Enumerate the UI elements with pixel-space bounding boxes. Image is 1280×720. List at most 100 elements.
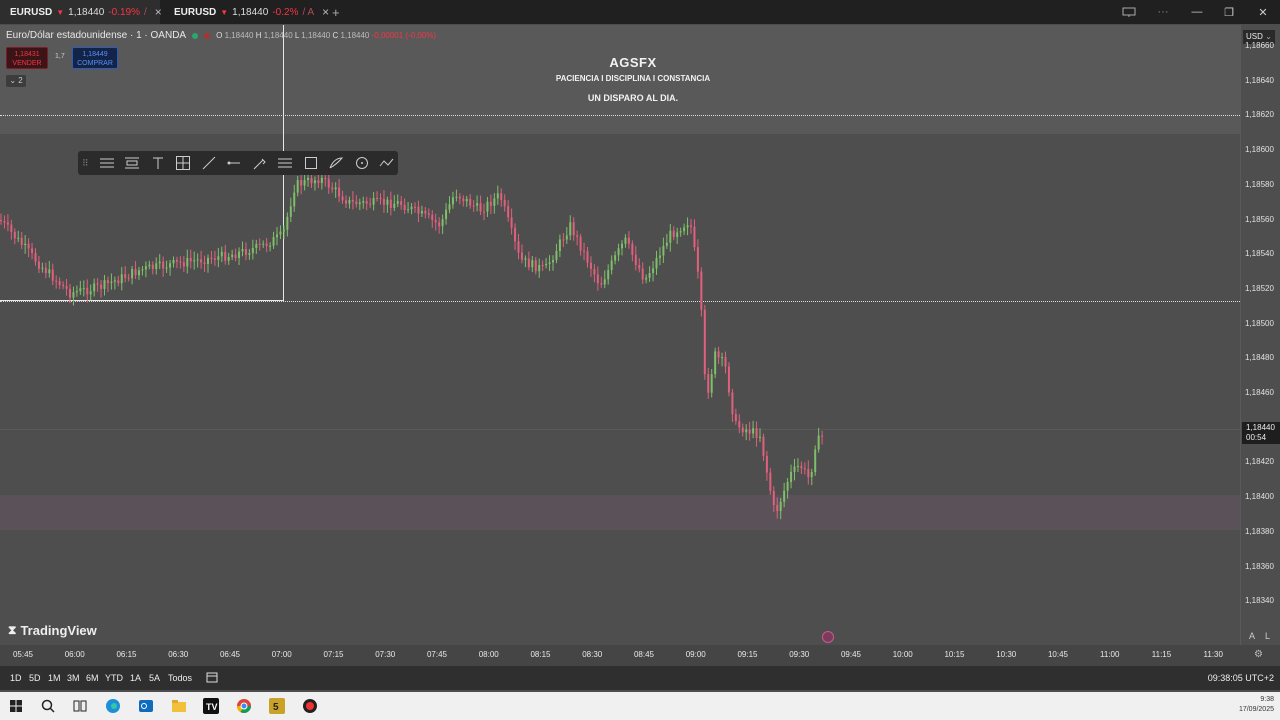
sell-label: VENDER bbox=[12, 60, 42, 67]
candle-body bbox=[345, 200, 347, 204]
edge-icon[interactable] bbox=[104, 697, 122, 715]
horizontal-ray-icon[interactable] bbox=[223, 153, 245, 173]
timezone-clock[interactable]: 09:38:05 UTC+2 bbox=[1208, 673, 1274, 683]
range-button[interactable]: 1M bbox=[48, 673, 61, 683]
restore-button[interactable]: ❐ bbox=[1212, 0, 1246, 24]
outlook-icon[interactable] bbox=[137, 697, 155, 715]
candle-body bbox=[186, 258, 189, 267]
tradingview-app-icon[interactable]: TV bbox=[202, 697, 220, 715]
candle-body bbox=[724, 357, 727, 367]
chart-watermark-text[interactable]: AGSFX PACIENCIA I DISCIPLINA I CONSTANCI… bbox=[520, 55, 746, 103]
symbol-title[interactable]: Euro/Dólar estadounidense · 1 · OANDA bbox=[6, 30, 186, 41]
candle-body bbox=[334, 187, 337, 190]
tab-eurusd-1[interactable]: EURUSD ▼ 1,18440 -0.19% / × bbox=[0, 0, 162, 24]
candle-body bbox=[210, 257, 213, 259]
tab-change: -0.19% bbox=[108, 6, 140, 18]
fib-retracement-icon[interactable] bbox=[96, 153, 118, 173]
candle-body bbox=[524, 258, 527, 260]
candle-body bbox=[358, 202, 361, 205]
candle-body bbox=[196, 259, 199, 261]
candle-body bbox=[814, 449, 817, 473]
chrome-icon[interactable] bbox=[235, 697, 253, 715]
range-button[interactable]: 1A bbox=[130, 673, 141, 683]
candle-body bbox=[589, 262, 592, 269]
candle-body bbox=[120, 274, 123, 284]
candle-body bbox=[331, 187, 334, 190]
go-to-realtime-icon[interactable] bbox=[822, 631, 834, 643]
candle-body bbox=[807, 468, 810, 478]
candle-body bbox=[565, 235, 568, 240]
task-view-icon[interactable] bbox=[71, 697, 89, 715]
chart-pane[interactable]: Euro/Dólar estadounidense · 1 · OANDA O … bbox=[0, 25, 1240, 645]
windows-start-icon[interactable] bbox=[7, 697, 25, 715]
trend-line-icon[interactable] bbox=[198, 153, 220, 173]
more-icon[interactable]: ··· bbox=[1146, 0, 1180, 24]
candle-body bbox=[376, 198, 379, 200]
candle-body bbox=[51, 269, 54, 281]
close-tab-icon[interactable]: × bbox=[155, 5, 162, 19]
range-button[interactable]: 5D bbox=[29, 673, 41, 683]
range-button[interactable]: 1D bbox=[10, 673, 22, 683]
candle-body bbox=[796, 466, 799, 468]
time-tick-label: 09:00 bbox=[685, 650, 706, 659]
parallel-channel-icon[interactable] bbox=[274, 153, 296, 173]
buy-button[interactable]: 1,18449 COMPRAR bbox=[72, 47, 118, 69]
time-axis[interactable]: 05:45 06:00 06:15 06:30 06:45 07:00 07:15 07:30… bbox=[0, 645, 1280, 666]
range-button[interactable]: YTD bbox=[105, 673, 123, 683]
sell-button[interactable]: 1,18431 VENDER bbox=[6, 47, 48, 69]
candle-body bbox=[144, 266, 147, 270]
candle-body bbox=[434, 219, 437, 223]
brush-icon[interactable] bbox=[325, 153, 347, 173]
auto-scale-button[interactable]: A bbox=[1249, 631, 1255, 641]
path-icon[interactable] bbox=[376, 153, 398, 173]
rectangle-icon[interactable] bbox=[300, 153, 322, 173]
pen-icon[interactable] bbox=[249, 153, 271, 173]
settings-icon[interactable]: ⚙ bbox=[1254, 649, 1263, 660]
indicators-collapse-button[interactable]: ⌄ 2 bbox=[6, 75, 26, 87]
calendar-icon[interactable] bbox=[206, 671, 218, 685]
circle-icon[interactable] bbox=[351, 153, 373, 173]
candle-body bbox=[58, 281, 61, 285]
candle-body bbox=[648, 273, 651, 278]
text-tool-icon[interactable] bbox=[147, 153, 169, 173]
range-button[interactable]: 6M bbox=[86, 673, 99, 683]
candle-body bbox=[48, 269, 51, 274]
recording-app-icon[interactable] bbox=[301, 697, 319, 715]
log-scale-button[interactable]: L bbox=[1265, 631, 1270, 641]
fib-channel-icon[interactable] bbox=[121, 153, 143, 173]
search-icon[interactable] bbox=[39, 697, 57, 715]
candle-body bbox=[455, 196, 458, 198]
time-tick-label: 09:15 bbox=[737, 650, 758, 659]
crosshair-box-icon[interactable] bbox=[172, 153, 194, 173]
tab-suffix: / bbox=[144, 6, 147, 18]
candle-body bbox=[372, 198, 375, 205]
candle-body bbox=[241, 248, 244, 252]
range-button[interactable]: Todos bbox=[168, 673, 192, 683]
tray-date: 17/09/2025 bbox=[1238, 706, 1274, 713]
display-icon[interactable] bbox=[1112, 0, 1146, 24]
price-axis[interactable]: USD ⌄ 1,18660 1,18640 1,18620 1,18600 1,1858… bbox=[1240, 25, 1280, 645]
tradingview-logo-icon: ⧗ bbox=[8, 623, 17, 637]
candle-body bbox=[244, 248, 247, 255]
candle-body bbox=[269, 245, 272, 247]
candle-body bbox=[324, 177, 327, 179]
minimize-button[interactable]: — bbox=[1180, 0, 1214, 24]
drag-handle-icon[interactable]: ⠿ bbox=[82, 156, 92, 170]
tab-eurusd-2[interactable]: EURUSD ▼ 1,18440 -0.2% / A × bbox=[164, 0, 329, 24]
candle-body bbox=[534, 260, 537, 272]
range-button[interactable]: 5A bbox=[149, 673, 160, 683]
system-tray-clock[interactable]: 9:38 17/09/2025 bbox=[1239, 695, 1274, 715]
new-tab-button[interactable]: + bbox=[326, 0, 346, 24]
close-window-button[interactable]: ✕ bbox=[1246, 0, 1280, 24]
range-button[interactable]: 3M bbox=[67, 673, 80, 683]
tradingview-logo[interactable]: ⧗ TradingView bbox=[8, 623, 97, 638]
candle-body bbox=[169, 263, 172, 268]
candle-body bbox=[462, 198, 465, 202]
candle-body bbox=[772, 490, 775, 506]
candle-body bbox=[755, 428, 758, 438]
metatrader-icon[interactable]: 5 bbox=[268, 697, 286, 715]
file-explorer-icon[interactable] bbox=[170, 697, 188, 715]
candle-body bbox=[238, 251, 241, 259]
price-tick-label: 1,18460 bbox=[1245, 388, 1274, 397]
candle-body bbox=[417, 206, 420, 214]
